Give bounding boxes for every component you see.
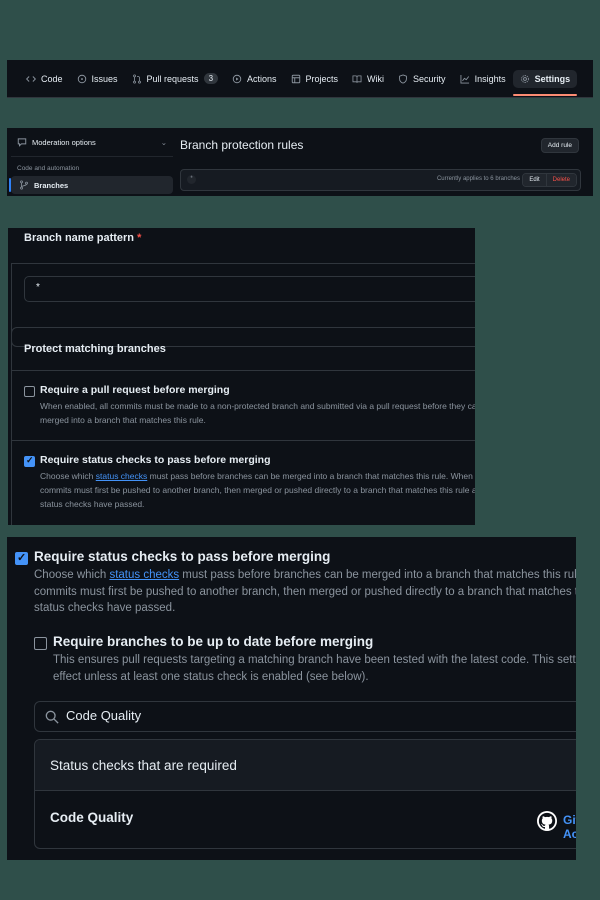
add-rule-button[interactable]: Add rule — [540, 138, 579, 153]
require-status-checks-checkbox[interactable] — [15, 551, 28, 565]
check-name: Code Quality — [50, 810, 134, 825]
branch-rule-row: * Currently applies to 6 branches Edit D… — [180, 169, 581, 191]
status-checks-title: Require status checks to pass before mer… — [34, 549, 331, 564]
status-checks-desc: Choose which status checks must pass bef… — [40, 469, 475, 483]
settings-sidebar: Moderation options ⌄ Code and automation… — [9, 132, 173, 194]
branch-name-pattern-input[interactable]: * — [24, 276, 475, 302]
required-mark: * — [137, 232, 142, 244]
search-icon — [45, 710, 59, 729]
moderation-options-label: Moderation options — [32, 137, 96, 147]
require-up-to-date-checkbox[interactable] — [34, 637, 47, 650]
sidebar-item-label: Branches — [34, 180, 69, 190]
branch-rules-panel: Moderation options ⌄ Code and automation… — [7, 128, 593, 196]
desc-text: Choose which — [34, 569, 110, 581]
tab-issues[interactable]: Issues — [70, 70, 125, 88]
up-to-date-title: Require branches to be up to date before… — [53, 634, 374, 649]
rule-actions: Edit Delete — [522, 173, 577, 187]
branch-icon — [19, 180, 29, 190]
tab-label: Settings — [534, 73, 571, 84]
tab-label: Insights — [474, 73, 506, 84]
protect-section-title: Protect matching branches — [24, 343, 166, 355]
tab-actions[interactable]: Actions — [225, 70, 284, 88]
check-source-link[interactable]: GitHub Actions — [563, 813, 576, 841]
desc-text: Choose which — [40, 471, 96, 481]
delete-rule-button[interactable]: Delete — [545, 174, 576, 186]
rule-applies-text: Currently applies to 6 branches — [436, 176, 520, 182]
status-checks-desc: commits must first be pushed to another … — [40, 485, 475, 495]
chevron-down-icon: ⌄ — [160, 137, 167, 147]
tab-label: Issues — [91, 73, 118, 84]
required-checks-table: Status checks that are required Code Qua… — [34, 739, 576, 849]
divider — [11, 440, 475, 441]
desc-text: must pass before branches can be merged … — [147, 471, 475, 481]
tab-label: Code — [41, 73, 63, 84]
tab-label: Pull requests — [146, 73, 199, 84]
tab-security[interactable]: Security — [391, 70, 453, 88]
gear-icon — [520, 74, 530, 84]
tab-wiki[interactable]: Wiki — [345, 70, 391, 88]
sidebar-section-title: Code and automation — [11, 156, 173, 176]
desc-text: must pass before branches can be merged … — [182, 569, 576, 581]
require-pr-option: Require a pull request before merging Wh… — [40, 384, 475, 427]
shield-icon — [398, 73, 408, 84]
comment-icon — [17, 137, 27, 147]
require-pr-desc: merged into a branch that matches this r… — [40, 415, 206, 425]
code-icon — [26, 74, 36, 84]
status-checks-desc: Choose which status checks must pass bef… — [34, 567, 576, 584]
require-status-checks-option: Require status checks to pass before mer… — [34, 549, 576, 617]
status-checks-desc: status checks have passed. — [34, 602, 176, 614]
require-status-checks-option: Require status checks to pass before mer… — [40, 454, 475, 511]
play-icon — [232, 74, 242, 84]
pattern-label-text: Branch name pattern — [24, 232, 135, 244]
tab-insights[interactable]: Insights — [453, 70, 513, 88]
github-icon — [537, 811, 557, 831]
required-checks-header: Status checks that are required — [35, 740, 576, 791]
tab-label: Projects — [305, 73, 339, 84]
tab-projects[interactable]: Projects — [284, 70, 346, 88]
edit-rule-button[interactable]: Edit — [523, 174, 546, 186]
pattern-input-value: * — [36, 282, 40, 293]
up-to-date-desc: effect unless at least one status check … — [53, 670, 369, 683]
require-pr-title: Require a pull request before merging — [40, 384, 230, 396]
branch-name-pattern-label: Branch name pattern * — [24, 232, 141, 244]
require-status-checks-checkbox[interactable] — [24, 455, 35, 467]
required-checks-header-text: Status checks that are required — [50, 758, 237, 773]
tab-pull-requests[interactable]: Pull requests 3 — [125, 69, 225, 88]
require-pr-checkbox[interactable] — [24, 386, 35, 397]
sidebar-item-branches[interactable]: Branches — [9, 176, 173, 194]
divider — [11, 263, 475, 264]
status-checks-desc: commits must first be pushed to another … — [34, 585, 576, 598]
branch-protection-form: Branch name pattern * * Protect matching… — [8, 228, 475, 525]
repo-nav-panel: Code Issues Pull requests 3 Actions Projects W… — [7, 60, 593, 98]
status-check-search-input[interactable]: Code Quality — [34, 701, 576, 732]
moderation-options-item[interactable]: Moderation options ⌄ — [11, 132, 173, 152]
page-title: Branch protection rules — [180, 138, 304, 152]
status-checks-desc: status checks have passed. — [40, 499, 145, 509]
tab-label: Security — [413, 73, 446, 84]
rule-pattern-badge: * — [187, 175, 196, 184]
tab-label: Wiki — [367, 73, 385, 84]
book-icon — [352, 74, 362, 84]
divider — [11, 370, 475, 371]
require-pr-desc: When enabled, all commits must be made t… — [40, 401, 475, 411]
require-up-to-date-option: Require branches to be up to date before… — [53, 634, 576, 685]
status-checks-link[interactable]: status checks — [96, 471, 148, 481]
tab-count-badge: 3 — [203, 73, 219, 84]
tab-settings[interactable]: Settings — [512, 69, 578, 96]
status-checks-link[interactable]: status checks — [109, 569, 179, 581]
tab-code[interactable]: Code — [19, 70, 70, 88]
table-icon — [291, 74, 301, 84]
search-value: Code Quality — [66, 708, 142, 723]
tab-label: Actions — [247, 73, 277, 84]
graph-icon — [460, 74, 470, 84]
issue-icon — [77, 74, 87, 84]
up-to-date-desc: This ensures pull requests targeting a m… — [53, 654, 576, 666]
status-checks-title: Require status checks to pass before mer… — [40, 454, 271, 466]
repo-nav-tabs: Code Issues Pull requests 3 Actions Projects W… — [7, 60, 593, 97]
pull-request-icon — [132, 73, 142, 84]
status-checks-detail-panel: Require status checks to pass before mer… — [7, 537, 576, 860]
